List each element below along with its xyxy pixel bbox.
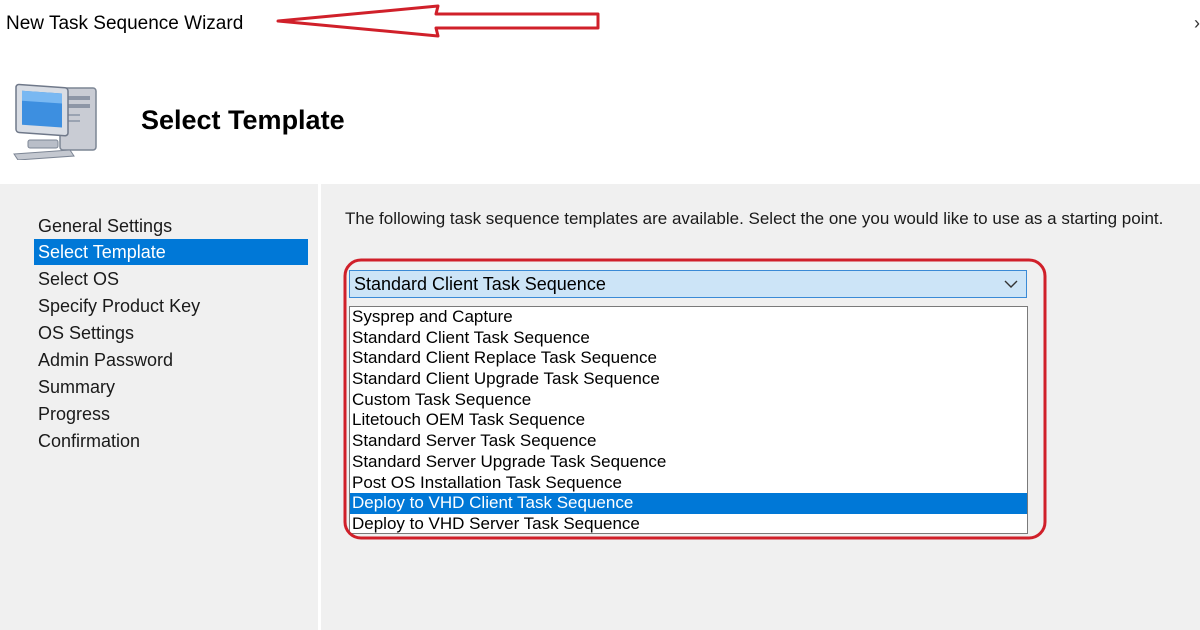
computer-icon <box>13 83 97 160</box>
sidebar-item-select-template[interactable]: Select Template <box>34 239 308 265</box>
wizard-steps-sidebar: General Settings Select Template Select … <box>0 184 318 630</box>
sidebar-item-confirmation[interactable]: Confirmation <box>34 428 308 454</box>
sidebar-item-admin-password[interactable]: Admin Password <box>34 347 308 373</box>
wizard-header: Select Template <box>0 50 1200 183</box>
title-bar: New Task Sequence Wizard › <box>0 0 1200 50</box>
window-title: New Task Sequence Wizard <box>6 13 244 34</box>
sidebar-item-specify-product-key[interactable]: Specify Product Key <box>34 293 308 319</box>
sidebar-item-general-settings[interactable]: General Settings <box>34 213 308 239</box>
annotation-highlight <box>343 258 1047 540</box>
sidebar-item-select-os[interactable]: Select OS <box>34 266 308 292</box>
annotation-arrow <box>276 4 600 38</box>
instructions-text: The following task sequence templates ar… <box>345 209 1164 228</box>
sidebar-item-summary[interactable]: Summary <box>34 374 308 400</box>
sidebar-item-os-settings[interactable]: OS Settings <box>34 320 308 346</box>
close-icon[interactable]: › <box>1186 12 1200 34</box>
sidebar-item-progress[interactable]: Progress <box>34 401 308 427</box>
page-title: Select Template <box>141 105 345 135</box>
